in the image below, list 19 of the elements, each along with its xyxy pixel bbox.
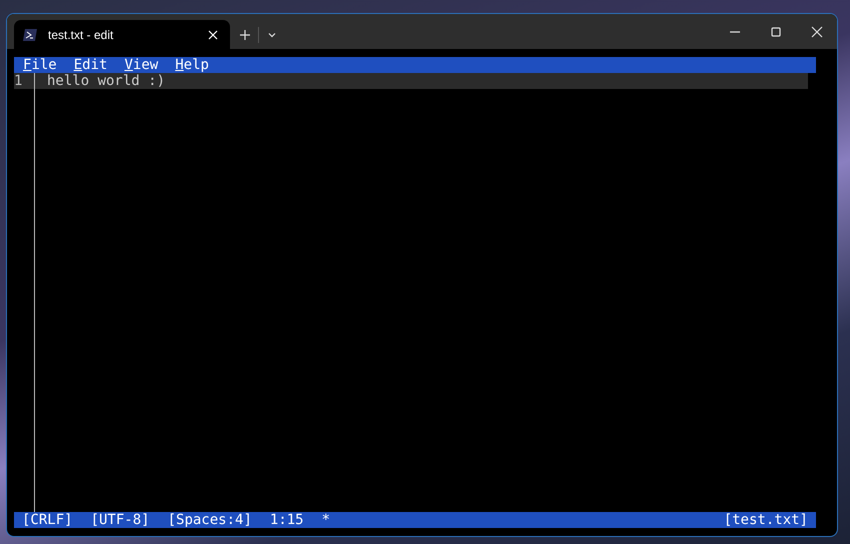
status-item: [CRLF] bbox=[22, 512, 73, 528]
menu-item[interactable]: Edit bbox=[74, 57, 108, 73]
status-filename: [test.txt] bbox=[724, 512, 808, 528]
menu-item[interactable]: File bbox=[23, 57, 57, 73]
line-number: 1 bbox=[14, 73, 24, 89]
status-item: [Spaces:4] bbox=[168, 512, 252, 528]
maximize-icon[interactable] bbox=[768, 24, 782, 38]
menu-item[interactable]: View bbox=[124, 57, 158, 73]
tab-title: test.txt - edit bbox=[48, 28, 114, 42]
code-text: hello world :) bbox=[46, 73, 166, 89]
terminal-tab[interactable]: test.txt - edit bbox=[14, 20, 230, 49]
status-item: [UTF-8] bbox=[90, 512, 150, 528]
close-icon[interactable] bbox=[810, 24, 824, 38]
status-item: 1:15 bbox=[270, 512, 304, 528]
status-item: * bbox=[322, 512, 330, 528]
plus-icon[interactable] bbox=[238, 28, 252, 42]
close-icon[interactable] bbox=[206, 28, 220, 42]
menu-item[interactable]: Help bbox=[175, 57, 209, 73]
powershell-icon bbox=[22, 28, 38, 42]
